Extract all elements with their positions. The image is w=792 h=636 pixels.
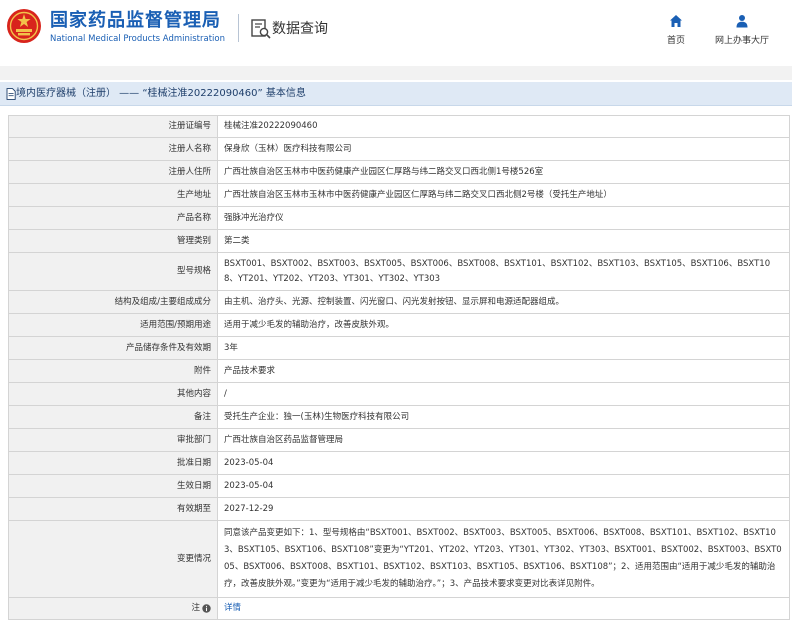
table-row: 注册人住所 广西壮族自治区玉林市中医药健康产业园区仁厚路与纬二路交叉口西北侧1号… (8, 160, 790, 184)
row-label: 生产地址 (8, 183, 218, 207)
row-value: 2023-05-04 (217, 451, 790, 475)
nav-online-office-label: 网上办事大厅 (714, 36, 769, 46)
row-value: 广西壮族自治区玉林市中医药健康产业园区仁厚路与纬二路交叉口西北侧1号楼526室 (217, 160, 790, 184)
table-row: 注册人名称 保身欣（玉林）医疗科技有限公司 (8, 137, 790, 161)
table-row: 结构及组成/主要组成成分 由主机、治疗头、光源、控制装置、闪光窗口、闪光发射按钮… (8, 290, 790, 314)
row-value: 同意该产品变更如下：1、型号规格由“BSXT001、BSXT002、BSXT00… (217, 520, 790, 598)
row-value: BSXT001、BSXT002、BSXT003、BSXT005、BSXT006、… (217, 252, 790, 291)
row-value: 适用于减少毛发的辅助治疗，改善皮肤外观。 (217, 313, 790, 337)
row-label: 注册人名称 (8, 137, 218, 161)
row-value: 广西壮族自治区玉林市玉林市中医药健康产业园区仁厚路与纬二路交叉口西北侧2号楼（受… (217, 183, 790, 207)
site-name-en: National Medical Products Administration (50, 34, 225, 44)
row-label: 型号规格 (8, 252, 218, 291)
row-label: 管理类别 (8, 229, 218, 253)
table-row: 产品名称 强脉冲光治疗仪 (8, 206, 790, 230)
row-value: 2027-12-29 (217, 497, 790, 521)
row-label: 适用范围/预期用途 (8, 313, 218, 337)
details-link[interactable]: 详情 (224, 603, 241, 613)
row-value: 广西壮族自治区药品监督管理局 (217, 428, 790, 452)
detail-table-wrapper: 注册证编号 桂械注准20222090460 注册人名称 保身欣（玉林）医疗科技有… (8, 115, 790, 620)
row-label: 生效日期 (8, 474, 218, 498)
table-row: 产品储存条件及有效期 3年 (8, 336, 790, 360)
table-row: 变更情况 同意该产品变更如下：1、型号规格由“BSXT001、BSXT002、B… (8, 520, 790, 598)
row-value: 3年 (217, 336, 790, 360)
row-label: 其他内容 (8, 382, 218, 406)
row-label-note: 注 (8, 597, 218, 620)
table-row: 生效日期 2023-05-04 (8, 474, 790, 498)
nav-home-label: 首页 (666, 36, 685, 46)
row-label: 有效期至 (8, 497, 218, 521)
row-value: 第二类 (217, 229, 790, 253)
site-header: 国家药品监督管理局 National Medical Products Admi… (0, 0, 792, 62)
info-icon (202, 604, 211, 613)
nav-home[interactable]: 首页 (660, 14, 692, 46)
header-divider (238, 14, 239, 42)
row-label: 产品储存条件及有效期 (8, 336, 218, 360)
site-name-cn: 国家药品监督管理局 (50, 10, 221, 31)
row-value: 受托生产企业：独一(玉林)生物医疗科技有限公司 (217, 405, 790, 429)
table-row: 适用范围/预期用途 适用于减少毛发的辅助治疗，改善皮肤外观。 (8, 313, 790, 337)
row-label: 产品名称 (8, 206, 218, 230)
record-title-bar: 境内医疗器械（注册） —— “桂械注准20222090460” 基本信息 (0, 82, 792, 106)
row-label: 批准日期 (8, 451, 218, 475)
table-row: 附件 产品技术要求 (8, 359, 790, 383)
row-label: 审批部门 (8, 428, 218, 452)
table-row: 型号规格 BSXT001、BSXT002、BSXT003、BSXT005、BSX… (8, 252, 790, 291)
row-value: 桂械注准20222090460 (217, 115, 790, 138)
table-row: 管理类别 第二类 (8, 229, 790, 253)
row-label: 注册证编号 (8, 115, 218, 138)
row-value: 保身欣（玉林）医疗科技有限公司 (217, 137, 790, 161)
row-label: 注册人住所 (8, 160, 218, 184)
row-label: 结构及组成/主要组成成分 (8, 290, 218, 314)
record-title: 境内医疗器械（注册） —— “桂械注准20222090460” 基本信息 (16, 88, 306, 99)
row-value: 由主机、治疗头、光源、控制装置、闪光窗口、闪光发射按钮、显示屏和电源适配器组成。 (217, 290, 790, 314)
header-separator (0, 66, 792, 80)
note-label: 注 (191, 603, 200, 613)
table-row: 备注 受托生产企业：独一(玉林)生物医疗科技有限公司 (8, 405, 790, 429)
table-row: 其他内容 / (8, 382, 790, 406)
row-value: 产品技术要求 (217, 359, 790, 383)
brand: 国家药品监督管理局 National Medical Products Admi… (50, 10, 225, 45)
user-icon (736, 15, 748, 28)
data-query-icon (251, 19, 271, 39)
table-row: 注册证编号 桂械注准20222090460 (8, 115, 790, 138)
table-row: 生产地址 广西壮族自治区玉林市玉林市中医药健康产业园区仁厚路与纬二路交叉口西北侧… (8, 183, 790, 207)
row-label: 附件 (8, 359, 218, 383)
table-row: 批准日期 2023-05-04 (8, 451, 790, 475)
row-label: 变更情况 (8, 520, 218, 598)
row-value: 详情 (217, 597, 790, 620)
row-value: 2023-05-04 (217, 474, 790, 498)
home-icon (670, 15, 682, 27)
detail-table: 注册证编号 桂械注准20222090460 注册人名称 保身欣（玉林）医疗科技有… (8, 115, 790, 620)
table-row: 注 详情 (8, 597, 790, 620)
row-value: / (217, 382, 790, 406)
table-row: 审批部门 广西壮族自治区药品监督管理局 (8, 428, 790, 452)
nmpa-logo-icon[interactable] (6, 8, 42, 44)
document-icon (6, 88, 16, 100)
row-value: 强脉冲光治疗仪 (217, 206, 790, 230)
table-row: 有效期至 2027-12-29 (8, 497, 790, 521)
section-title: 数据查询 (272, 21, 328, 37)
row-label: 备注 (8, 405, 218, 429)
nav-online-office[interactable]: 网上办事大厅 (710, 14, 774, 46)
